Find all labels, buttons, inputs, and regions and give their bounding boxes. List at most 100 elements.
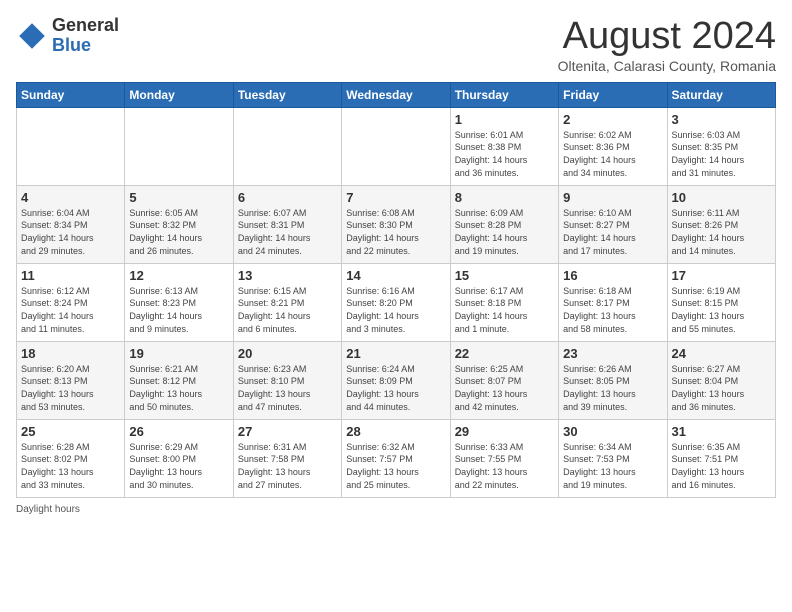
header-cell-wednesday: Wednesday bbox=[342, 82, 450, 107]
day-info: Sunrise: 6:35 AM Sunset: 7:51 PM Dayligh… bbox=[672, 441, 771, 491]
calendar-header: SundayMondayTuesdayWednesdayThursdayFrid… bbox=[17, 82, 776, 107]
day-info: Sunrise: 6:12 AM Sunset: 8:24 PM Dayligh… bbox=[21, 285, 120, 335]
day-number: 19 bbox=[129, 346, 228, 361]
day-info: Sunrise: 6:29 AM Sunset: 8:00 PM Dayligh… bbox=[129, 441, 228, 491]
day-info: Sunrise: 6:18 AM Sunset: 8:17 PM Dayligh… bbox=[563, 285, 662, 335]
day-cell: 24Sunrise: 6:27 AM Sunset: 8:04 PM Dayli… bbox=[667, 341, 775, 419]
day-cell: 11 Sunrise: 6:12 AM Sunset: 8:24 PM Dayli… bbox=[17, 263, 125, 341]
day-info: Sunrise: 6:32 AM Sunset: 7:57 PM Dayligh… bbox=[346, 441, 445, 491]
day-cell: 5 Sunrise: 6:05 AM Sunset: 8:32 PM Daylig… bbox=[125, 185, 233, 263]
day-cell: 20Sunrise: 6:23 AM Sunset: 8:10 PM Dayli… bbox=[233, 341, 341, 419]
calendar-body: 1 Sunrise: 6:01 AM Sunset: 8:38 PM Daylig… bbox=[17, 107, 776, 497]
day-info: Sunrise: 6:05 AM Sunset: 8:32 PM Dayligh… bbox=[129, 207, 228, 257]
day-cell: 14Sunrise: 6:16 AM Sunset: 8:20 PM Dayli… bbox=[342, 263, 450, 341]
logo: General Blue bbox=[16, 16, 119, 56]
day-number: 29 bbox=[455, 424, 554, 439]
day-number: 4 bbox=[21, 190, 120, 205]
day-number: 26 bbox=[129, 424, 228, 439]
day-cell bbox=[17, 107, 125, 185]
footer: Daylight hours bbox=[16, 504, 776, 515]
day-number: 6 bbox=[238, 190, 337, 205]
day-cell: 4 Sunrise: 6:04 AM Sunset: 8:34 PM Daylig… bbox=[17, 185, 125, 263]
day-cell bbox=[125, 107, 233, 185]
day-number: 24 bbox=[672, 346, 771, 361]
header-row: SundayMondayTuesdayWednesdayThursdayFrid… bbox=[17, 82, 776, 107]
calendar-table: SundayMondayTuesdayWednesdayThursdayFrid… bbox=[16, 82, 776, 498]
day-number: 7 bbox=[346, 190, 445, 205]
day-info: Sunrise: 6:31 AM Sunset: 7:58 PM Dayligh… bbox=[238, 441, 337, 491]
day-cell: 17Sunrise: 6:19 AM Sunset: 8:15 PM Dayli… bbox=[667, 263, 775, 341]
day-cell: 8 Sunrise: 6:09 AM Sunset: 8:28 PM Daylig… bbox=[450, 185, 558, 263]
day-number: 23 bbox=[563, 346, 662, 361]
day-info: Sunrise: 6:21 AM Sunset: 8:12 PM Dayligh… bbox=[129, 363, 228, 413]
header-cell-tuesday: Tuesday bbox=[233, 82, 341, 107]
day-info: Sunrise: 6:13 AM Sunset: 8:23 PM Dayligh… bbox=[129, 285, 228, 335]
day-number: 2 bbox=[563, 112, 662, 127]
day-number: 1 bbox=[455, 112, 554, 127]
day-cell: 21Sunrise: 6:24 AM Sunset: 8:09 PM Dayli… bbox=[342, 341, 450, 419]
day-number: 9 bbox=[563, 190, 662, 205]
day-info: Sunrise: 6:02 AM Sunset: 8:36 PM Dayligh… bbox=[563, 129, 662, 179]
day-info: Sunrise: 6:33 AM Sunset: 7:55 PM Dayligh… bbox=[455, 441, 554, 491]
day-cell: 15 Sunrise: 6:17 AM Sunset: 8:18 PM Dayli… bbox=[450, 263, 558, 341]
day-cell: 9 Sunrise: 6:10 AM Sunset: 8:27 PM Daylig… bbox=[559, 185, 667, 263]
header-cell-friday: Friday bbox=[559, 82, 667, 107]
day-number: 13 bbox=[238, 268, 337, 283]
day-number: 30 bbox=[563, 424, 662, 439]
day-info: Sunrise: 6:28 AM Sunset: 8:02 PM Dayligh… bbox=[21, 441, 120, 491]
day-number: 5 bbox=[129, 190, 228, 205]
day-info: Sunrise: 6:20 AM Sunset: 8:13 PM Dayligh… bbox=[21, 363, 120, 413]
week-row-1: 1 Sunrise: 6:01 AM Sunset: 8:38 PM Daylig… bbox=[17, 107, 776, 185]
day-number: 3 bbox=[672, 112, 771, 127]
day-info: Sunrise: 6:23 AM Sunset: 8:10 PM Dayligh… bbox=[238, 363, 337, 413]
day-number: 27 bbox=[238, 424, 337, 439]
daylight-label: Daylight hours bbox=[16, 504, 80, 515]
day-info: Sunrise: 6:03 AM Sunset: 8:35 PM Dayligh… bbox=[672, 129, 771, 179]
logo-blue: Blue bbox=[52, 36, 119, 56]
day-info: Sunrise: 6:07 AM Sunset: 8:31 PM Dayligh… bbox=[238, 207, 337, 257]
day-number: 31 bbox=[672, 424, 771, 439]
day-info: Sunrise: 6:26 AM Sunset: 8:05 PM Dayligh… bbox=[563, 363, 662, 413]
day-number: 25 bbox=[21, 424, 120, 439]
day-cell: 26 Sunrise: 6:29 AM Sunset: 8:00 PM Dayli… bbox=[125, 419, 233, 497]
day-cell: 28Sunrise: 6:32 AM Sunset: 7:57 PM Dayli… bbox=[342, 419, 450, 497]
day-cell: 13Sunrise: 6:15 AM Sunset: 8:21 PM Dayli… bbox=[233, 263, 341, 341]
month-title: August 2024 bbox=[558, 16, 776, 58]
day-cell: 27 Sunrise: 6:31 AM Sunset: 7:58 PM Dayli… bbox=[233, 419, 341, 497]
logo-icon bbox=[16, 20, 48, 52]
week-row-5: 25 Sunrise: 6:28 AM Sunset: 8:02 PM Dayli… bbox=[17, 419, 776, 497]
day-cell: 19 Sunrise: 6:21 AM Sunset: 8:12 PM Dayli… bbox=[125, 341, 233, 419]
day-cell: 23 Sunrise: 6:26 AM Sunset: 8:05 PM Dayli… bbox=[559, 341, 667, 419]
day-info: Sunrise: 6:19 AM Sunset: 8:15 PM Dayligh… bbox=[672, 285, 771, 335]
day-cell bbox=[342, 107, 450, 185]
day-number: 12 bbox=[129, 268, 228, 283]
day-info: Sunrise: 6:01 AM Sunset: 8:38 PM Dayligh… bbox=[455, 129, 554, 179]
header-cell-saturday: Saturday bbox=[667, 82, 775, 107]
day-cell: 18Sunrise: 6:20 AM Sunset: 8:13 PM Dayli… bbox=[17, 341, 125, 419]
day-number: 22 bbox=[455, 346, 554, 361]
title-block: August 2024 Oltenita, Calarasi County, R… bbox=[558, 16, 776, 74]
header-cell-thursday: Thursday bbox=[450, 82, 558, 107]
day-number: 10 bbox=[672, 190, 771, 205]
week-row-2: 4 Sunrise: 6:04 AM Sunset: 8:34 PM Daylig… bbox=[17, 185, 776, 263]
header-cell-monday: Monday bbox=[125, 82, 233, 107]
day-number: 16 bbox=[563, 268, 662, 283]
day-info: Sunrise: 6:10 AM Sunset: 8:27 PM Dayligh… bbox=[563, 207, 662, 257]
day-number: 14 bbox=[346, 268, 445, 283]
logo-general: General bbox=[52, 16, 119, 36]
day-cell: 16 Sunrise: 6:18 AM Sunset: 8:17 PM Dayli… bbox=[559, 263, 667, 341]
day-info: Sunrise: 6:04 AM Sunset: 8:34 PM Dayligh… bbox=[21, 207, 120, 257]
day-number: 15 bbox=[455, 268, 554, 283]
day-info: Sunrise: 6:17 AM Sunset: 8:18 PM Dayligh… bbox=[455, 285, 554, 335]
day-cell: 6 Sunrise: 6:07 AM Sunset: 8:31 PM Daylig… bbox=[233, 185, 341, 263]
day-cell bbox=[233, 107, 341, 185]
location: Oltenita, Calarasi County, Romania bbox=[558, 58, 776, 74]
day-info: Sunrise: 6:09 AM Sunset: 8:28 PM Dayligh… bbox=[455, 207, 554, 257]
day-cell: 7Sunrise: 6:08 AM Sunset: 8:30 PM Daylig… bbox=[342, 185, 450, 263]
day-cell: 1 Sunrise: 6:01 AM Sunset: 8:38 PM Daylig… bbox=[450, 107, 558, 185]
day-cell: 31 Sunrise: 6:35 AM Sunset: 7:51 PM Dayli… bbox=[667, 419, 775, 497]
day-number: 8 bbox=[455, 190, 554, 205]
day-number: 11 bbox=[21, 268, 120, 283]
header-cell-sunday: Sunday bbox=[17, 82, 125, 107]
day-cell: 2 Sunrise: 6:02 AM Sunset: 8:36 PM Daylig… bbox=[559, 107, 667, 185]
